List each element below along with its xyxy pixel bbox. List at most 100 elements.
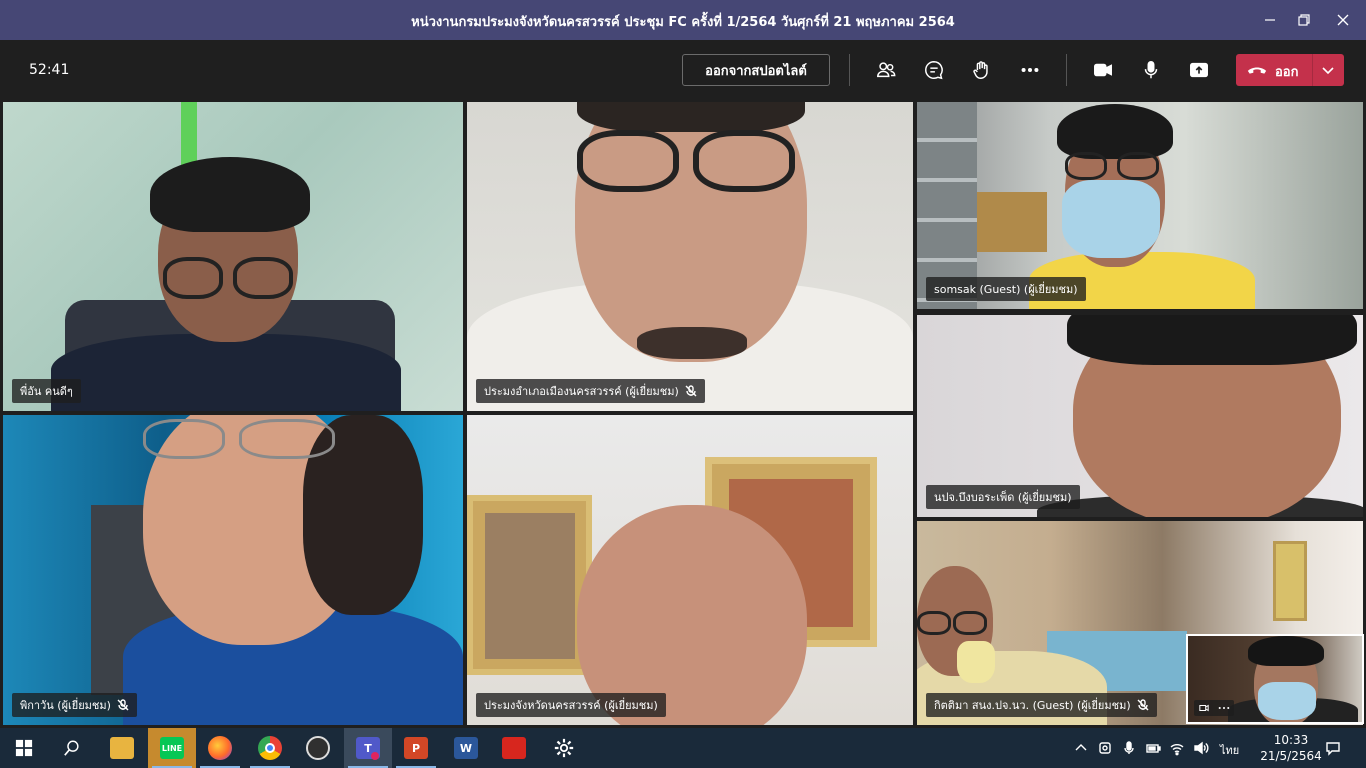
taskbar-chrome[interactable] [246, 728, 294, 768]
acrobat-icon [502, 737, 526, 759]
notifications-icon [1326, 742, 1340, 756]
meeting-timer: 52:41 [29, 62, 70, 78]
raise-hand-icon [973, 61, 988, 79]
self-view-tile[interactable] [1186, 634, 1364, 724]
portrait-left [485, 513, 575, 659]
video-tile-2[interactable]: ประมงอำเภอเมืองนครสวรรค์ (ผู้เยี่ยมชม) [467, 102, 913, 411]
tray-volume[interactable] [1190, 728, 1212, 768]
powerpoint-icon: P [404, 737, 428, 759]
taskbar-line[interactable]: LINE [148, 728, 196, 768]
chevron-up-icon [1075, 744, 1087, 751]
microphone-icon [1124, 741, 1134, 754]
tray-microphone[interactable] [1118, 728, 1140, 768]
participant-name: ประมงจังหวัดนครสวรรค์ (ผู้เยี่ยมชม) [484, 699, 658, 712]
obs-icon [306, 736, 330, 760]
battery-icon [1146, 744, 1161, 753]
mic-muted-icon [685, 385, 697, 397]
system-clock[interactable]: 10:33 21/5/2564 [1260, 732, 1322, 764]
self-view-camera-icon[interactable] [1198, 703, 1209, 713]
windows-taskbar: LINE T P W ไทย 10:33 21/5/2564 [0, 728, 1366, 768]
glasses [1065, 152, 1107, 180]
participants-button[interactable] [871, 55, 901, 85]
leave-button[interactable]: ออก [1236, 54, 1344, 86]
toolbar-divider [1066, 54, 1067, 86]
face-mask [1258, 682, 1316, 720]
taskbar-powerpoint[interactable]: P [392, 728, 440, 768]
share-content-button[interactable] [1184, 55, 1214, 85]
camera-button[interactable] [1088, 55, 1118, 85]
action-center-button[interactable] [1318, 728, 1348, 768]
volume-icon [1194, 741, 1209, 755]
glasses [577, 130, 679, 192]
notification-badge [371, 752, 379, 760]
restore-icon [1298, 14, 1310, 26]
microphone-icon [1144, 61, 1158, 79]
wifi-icon [1170, 744, 1184, 756]
show-hidden-icons-button[interactable] [1070, 728, 1092, 768]
person-hair [1248, 636, 1324, 666]
tray-meet-now[interactable] [1094, 728, 1116, 768]
participant-name-tag: somsak (Guest) (ผู้เยี่ยมชม) [926, 277, 1086, 301]
video-tile-3[interactable]: somsak (Guest) (ผู้เยี่ยมชม) [917, 102, 1363, 309]
taskbar-obs[interactable] [294, 728, 342, 768]
start-button[interactable] [0, 728, 48, 768]
microphone-button[interactable] [1136, 55, 1166, 85]
participant-name-tag: ประมงจังหวัดนครสวรรค์ (ผู้เยี่ยมชม) [476, 693, 666, 717]
face-mask [957, 641, 995, 683]
video-tile-5[interactable]: พิกาวัน (ผู้เยี่ยมชม) [3, 415, 463, 725]
taskbar-word[interactable]: W [442, 728, 490, 768]
participant-name: somsak (Guest) (ผู้เยี่ยมชม) [934, 283, 1078, 296]
participant-name: กิตติมา สนง.ปจ.นว. (Guest) (ผู้เยี่ยมชม) [934, 699, 1131, 712]
taskbar-teams[interactable]: T [344, 728, 392, 768]
more-icon[interactable] [1218, 703, 1230, 713]
leave-divider [1312, 54, 1313, 86]
video-camera-icon [1094, 63, 1112, 77]
self-view-controls [1194, 700, 1234, 716]
teams-meeting-window: หน่วงานกรมประมงจังหวัดนครสวรรค์ ประชุม F… [0, 0, 1366, 768]
participant-name: ประมงอำเภอเมืองนครสวรรค์ (ผู้เยี่ยมชม) [484, 385, 679, 398]
participant-name-tag: นปจ.บึงบอระเพ็ด (ผู้เยี่ยมชม) [926, 485, 1080, 509]
close-button[interactable] [1320, 0, 1366, 40]
toolbar-divider [849, 54, 850, 86]
stop-spotlight-button[interactable]: ออกจากสปอตไลต์ [682, 54, 830, 86]
taskbar-acrobat[interactable] [490, 728, 538, 768]
glasses [693, 130, 795, 192]
chat-button[interactable] [919, 55, 949, 85]
taskbar-file-explorer[interactable] [98, 728, 146, 768]
chat-icon [925, 61, 943, 80]
glasses [233, 257, 293, 299]
participant-name-tag: กิตติมา สนง.ปจ.นว. (Guest) (ผู้เยี่ยมชม) [926, 693, 1157, 717]
participant-name-tag: พิกาวัน (ผู้เยี่ยมชม) [12, 693, 137, 717]
beard [637, 327, 747, 359]
video-tile-4[interactable]: นปจ.บึงบอระเพ็ด (ผู้เยี่ยมชม) [917, 315, 1363, 517]
more-icon [1021, 67, 1039, 73]
meet-now-icon [1099, 742, 1111, 754]
close-icon [1337, 14, 1349, 26]
participant-name: พี่อัน คนดีๆ [20, 385, 73, 398]
search-icon [64, 740, 79, 756]
glasses [163, 257, 223, 299]
tray-battery[interactable] [1142, 728, 1164, 768]
video-tile-6[interactable]: ประมงจังหวัดนครสวรรค์ (ผู้เยี่ยมชม) [467, 415, 913, 725]
share-screen-icon [1190, 62, 1208, 78]
search-button[interactable] [48, 728, 96, 768]
face-mask [1062, 180, 1160, 258]
more-actions-button[interactable] [1015, 55, 1045, 85]
wall-portrait [1273, 541, 1307, 621]
participant-name-tag: พี่อัน คนดีๆ [12, 379, 81, 403]
reactions-button[interactable] [967, 55, 997, 85]
windows-logo-icon [15, 739, 33, 757]
chrome-icon [258, 736, 282, 760]
taskbar-firefox[interactable] [196, 728, 244, 768]
chevron-down-icon[interactable] [1320, 62, 1336, 78]
participant-name: นปจ.บึงบอระเพ็ด (ผู้เยี่ยมชม) [934, 491, 1072, 504]
word-icon: W [454, 737, 478, 759]
input-language[interactable]: ไทย [1220, 741, 1239, 759]
video-tile-1[interactable]: พี่อัน คนดีๆ [3, 102, 463, 411]
wall-frame [977, 192, 1047, 252]
person-body [51, 334, 401, 411]
tray-wifi[interactable] [1166, 728, 1188, 768]
mic-muted-icon [1137, 699, 1149, 711]
line-app-icon: LINE [160, 737, 184, 759]
taskbar-settings[interactable] [540, 728, 588, 768]
